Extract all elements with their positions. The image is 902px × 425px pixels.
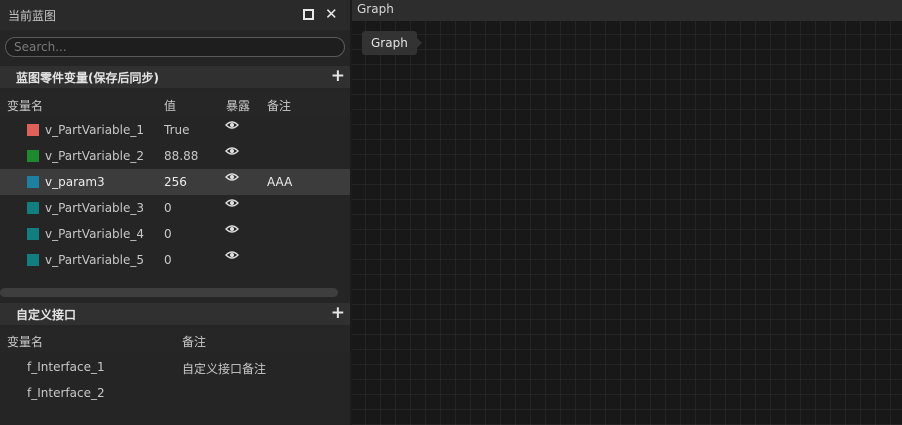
column-note: 备注 bbox=[182, 335, 207, 349]
variable-name: v_param3 bbox=[45, 175, 105, 189]
eye-icon[interactable] bbox=[225, 146, 239, 156]
variable-value[interactable]: 88.88 bbox=[164, 149, 198, 163]
search-input[interactable] bbox=[5, 37, 345, 57]
graph-canvas[interactable] bbox=[352, 21, 902, 425]
graph-breadcrumb[interactable]: Graph bbox=[362, 31, 422, 55]
variable-color-swatch bbox=[27, 150, 39, 162]
interface-section-header[interactable]: 自定义接口 + bbox=[0, 303, 350, 325]
add-variable-icon[interactable]: + bbox=[331, 65, 345, 87]
variable-name: v_PartVariable_2 bbox=[45, 149, 145, 163]
variable-name: v_PartVariable_4 bbox=[45, 227, 145, 241]
variable-color-swatch bbox=[27, 124, 39, 136]
graph-tab-bar: Graph bbox=[352, 0, 902, 21]
column-value: 值 bbox=[164, 99, 177, 113]
close-icon[interactable]: ✕ bbox=[325, 4, 338, 24]
interface-column-header: 变量名 备注 bbox=[0, 328, 350, 352]
variable-value[interactable]: True bbox=[164, 123, 190, 137]
variable-value[interactable]: 0 bbox=[164, 227, 172, 241]
variable-color-swatch bbox=[27, 202, 39, 214]
panel-title: 当前蓝图 bbox=[8, 9, 57, 23]
interface-row[interactable]: f_Interface_1 自定义接口备注 bbox=[0, 354, 350, 380]
eye-icon[interactable] bbox=[225, 250, 239, 260]
eye-icon[interactable] bbox=[225, 172, 239, 182]
variable-note[interactable]: AAA bbox=[267, 175, 292, 189]
variable-color-swatch bbox=[27, 176, 39, 188]
add-interface-icon[interactable]: + bbox=[331, 302, 345, 324]
column-name: 变量名 bbox=[7, 335, 44, 349]
variable-row[interactable]: v_PartVariable_3 0 bbox=[0, 195, 350, 221]
interface-row[interactable]: f_Interface_2 bbox=[0, 380, 350, 406]
panel-title-bar: 当前蓝图 ✕ bbox=[0, 0, 350, 30]
variable-name: v_PartVariable_5 bbox=[45, 253, 145, 267]
variable-value[interactable]: 256 bbox=[164, 175, 187, 189]
variable-name: v_PartVariable_3 bbox=[45, 201, 145, 215]
variable-row[interactable]: v_PartVariable_5 0 bbox=[0, 247, 350, 273]
eye-icon[interactable] bbox=[225, 198, 239, 208]
variables-section-title: 蓝图零件变量(保存后同步) bbox=[16, 71, 159, 85]
column-exposed: 暴露 bbox=[226, 99, 251, 113]
variable-row[interactable]: v_PartVariable_2 88.88 bbox=[0, 143, 350, 169]
variable-name: v_PartVariable_1 bbox=[45, 123, 145, 137]
graph-tab[interactable]: Graph bbox=[357, 2, 394, 16]
variable-row[interactable]: v_PartVariable_4 0 bbox=[0, 221, 350, 247]
variables-section-header[interactable]: 蓝图零件变量(保存后同步) + bbox=[0, 66, 350, 88]
eye-icon[interactable] bbox=[225, 120, 239, 130]
blueprint-panel: 当前蓝图 ✕ 蓝图零件变量(保存后同步) + 变量名 值 暴露 备注 v_Par… bbox=[0, 0, 350, 425]
variable-value[interactable]: 0 bbox=[164, 201, 172, 215]
variable-color-swatch bbox=[27, 254, 39, 266]
column-note: 备注 bbox=[267, 99, 292, 113]
interface-name: f_Interface_1 bbox=[27, 360, 105, 374]
eye-icon[interactable] bbox=[225, 224, 239, 234]
variable-color-swatch bbox=[27, 228, 39, 240]
maximize-icon[interactable] bbox=[303, 9, 314, 20]
interface-note[interactable]: 自定义接口备注 bbox=[182, 360, 266, 377]
variable-row[interactable]: v_param3 256 AAA bbox=[0, 169, 350, 195]
column-name: 变量名 bbox=[7, 99, 44, 113]
variable-value[interactable]: 0 bbox=[164, 253, 172, 267]
variables-column-header: 变量名 值 暴露 备注 bbox=[0, 92, 350, 116]
horizontal-scrollbar[interactable] bbox=[0, 288, 338, 297]
variable-row[interactable]: v_PartVariable_1 True bbox=[0, 117, 350, 143]
interface-section-title: 自定义接口 bbox=[16, 308, 77, 322]
interface-name: f_Interface_2 bbox=[27, 386, 105, 400]
